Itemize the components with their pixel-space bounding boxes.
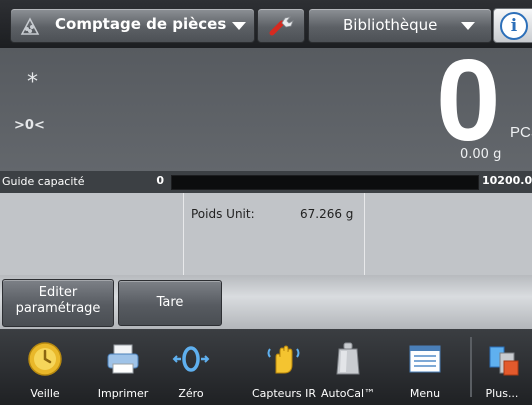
autocal-weight-icon [336,342,360,375]
bottom-nav: Veille Imprimer Zéro Capteurs IR AutoCal… [0,329,532,405]
standby-icon [28,342,62,376]
capacity-bar [171,175,479,190]
edit-settings-button[interactable]: Editer paramétrage [2,279,114,327]
unit-weight-value: 67.266 g [300,207,354,221]
more-button[interactable]: Plus... [472,329,532,405]
chevron-down-icon [461,22,475,30]
menu-label: Menu [409,387,441,400]
secondary-reading: 0.00 g [460,147,502,162]
standby-button[interactable]: Veille [12,329,78,405]
ir-sensors-label: Capteurs IR [251,387,317,400]
menu-icon [409,345,441,373]
more-label: Plus... [485,387,519,400]
ir-sensor-icon [267,345,300,374]
more-icon [489,346,519,376]
zero-icon [172,346,210,372]
unit-weight-label: Poids Unit: [191,207,255,221]
capacity-guide: Guide capacité 0 10200.00 [0,171,532,193]
autocal-button[interactable]: AutoCal™ [315,329,381,405]
main-unit: PCS [510,124,532,141]
application-mode-label: Comptage de pièces [55,15,227,33]
info-cell [0,193,184,275]
info-icon: i [500,12,528,40]
info-button[interactable]: i [493,8,532,43]
stable-indicator: * [27,70,38,95]
menu-button[interactable]: Menu [392,329,458,405]
info-cell [184,193,365,275]
zero-button[interactable]: Zéro [158,329,224,405]
application-mode-dropdown[interactable]: Comptage de pièces [10,8,255,43]
print-button[interactable]: Imprimer [90,329,156,405]
standby-label: Veille [30,387,60,400]
info-area: Poids Unit: 67.266 g [0,193,532,275]
info-cell [365,193,532,275]
chevron-down-icon [232,22,246,30]
center-of-zero-indicator: >0< [14,118,45,133]
tare-label: Tare [156,295,184,310]
print-label: Imprimer [97,387,149,400]
action-button-row: Editer paramétrage Tare [0,275,532,329]
autocal-label: AutoCal™ [320,387,376,400]
tare-button[interactable]: Tare [118,280,222,326]
capacity-max: 10200.00 [482,174,532,187]
capacity-min: 0 [156,174,164,187]
settings-button[interactable] [257,8,305,43]
library-label: Bibliothèque [343,16,438,34]
weighing-display: * >0< 0 PCS 0.00 g [0,35,532,171]
zero-label: Zéro [178,387,204,400]
capacity-label: Guide capacité [2,175,85,188]
wrench-icon [269,16,294,36]
parts-counting-icon [20,17,40,35]
edit-settings-label: Editer paramétrage [15,285,101,316]
ir-sensors-button[interactable]: Capteurs IR [244,329,324,405]
printer-icon [107,344,139,374]
